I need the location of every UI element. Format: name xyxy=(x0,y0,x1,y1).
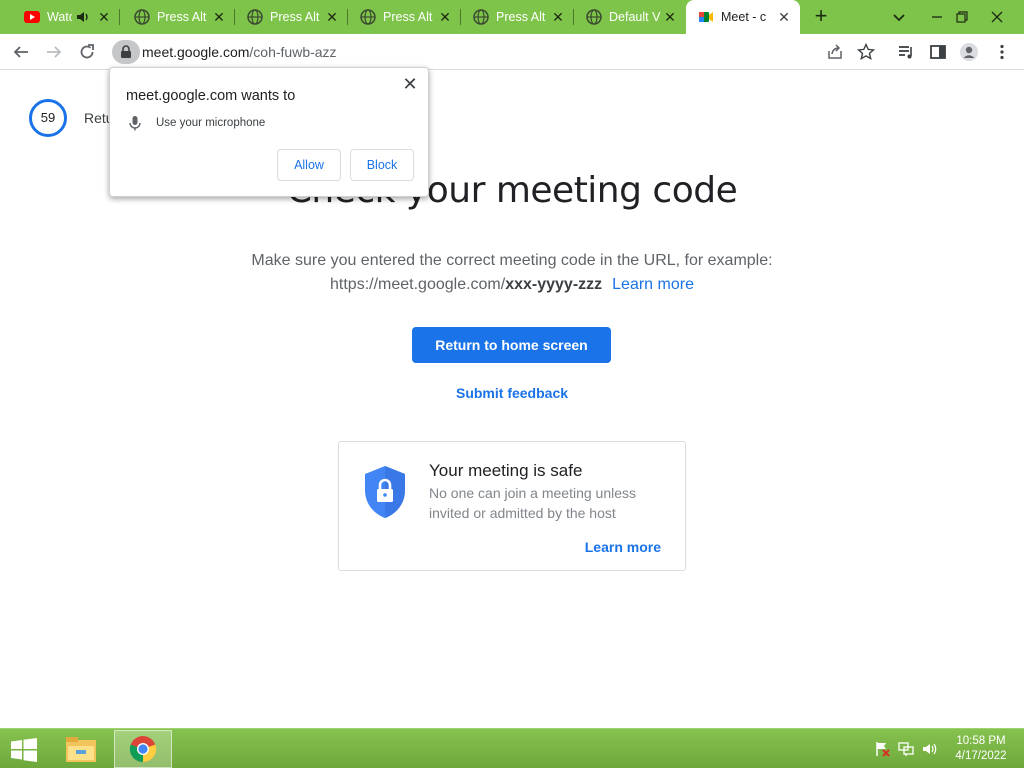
tab-close-icon[interactable]: ✕ xyxy=(776,9,792,25)
microphone-icon xyxy=(129,116,141,131)
speaker-icon[interactable] xyxy=(76,10,90,24)
permission-close-button[interactable]: ✕ xyxy=(400,74,420,94)
media-queue-icon xyxy=(899,46,912,59)
file-explorer-taskbar-button[interactable] xyxy=(52,730,110,768)
back-arrow-icon xyxy=(13,46,28,58)
tab-meet[interactable]: Meet - c ✕ xyxy=(686,0,800,34)
tab-close-icon[interactable]: ✕ xyxy=(211,9,227,25)
file-explorer-icon xyxy=(66,737,96,762)
submit-feedback-label[interactable]: Submit feedback xyxy=(456,385,568,401)
tab-press-alt-3[interactable]: Press Alt ✕ xyxy=(348,0,461,34)
tab-press-alt-4[interactable]: Press Alt ✕ xyxy=(461,0,574,34)
tab-title: Press Alt xyxy=(270,10,320,24)
globe-icon xyxy=(473,9,489,25)
url-text[interactable]: meet.google.com/coh-fuwb-azz xyxy=(142,44,337,60)
url-host: meet.google.com xyxy=(142,44,250,60)
volume-icon[interactable] xyxy=(922,741,938,757)
address-bar[interactable]: meet.google.com/coh-fuwb-azz xyxy=(110,37,886,67)
safe-card-title: Your meeting is safe xyxy=(429,461,583,480)
tab-title: Meet - c xyxy=(721,10,767,24)
meeting-safe-card: Your meeting is safe No one can join a m… xyxy=(338,441,686,571)
more-vert-icon xyxy=(1000,44,1004,60)
tab-youtube[interactable]: Watc ✕ xyxy=(12,0,120,34)
block-button[interactable]: Block xyxy=(350,149,414,181)
tab-press-alt-2[interactable]: Press Alt ✕ xyxy=(235,0,348,34)
chrome-icon xyxy=(129,736,157,763)
back-button[interactable] xyxy=(10,41,32,63)
safe-card-text: No one can join a meeting unless invited… xyxy=(429,485,637,521)
new-tab-button[interactable]: + xyxy=(810,5,832,28)
safe-card-learn-more-link[interactable]: Learn more xyxy=(585,539,661,555)
windows-start-icon[interactable] xyxy=(10,738,38,762)
return-home-button[interactable]: Return to home screen xyxy=(412,327,611,363)
example-code: xxx-yyyy-zzz xyxy=(505,276,603,293)
tab-press-alt-1[interactable]: Press Alt ✕ xyxy=(122,0,235,34)
share-icon[interactable] xyxy=(826,43,844,61)
close-window-button[interactable] xyxy=(980,0,1014,34)
reload-button[interactable] xyxy=(76,41,98,63)
tab-title: Press Alt xyxy=(496,10,546,24)
lock-icon xyxy=(121,45,131,58)
tab-search-icon[interactable] xyxy=(890,8,908,26)
avatar-icon xyxy=(960,43,978,61)
example-url-prefix: https://meet.google.com/ xyxy=(330,276,506,293)
media-control-button[interactable] xyxy=(895,41,917,63)
forward-arrow-icon xyxy=(47,46,62,58)
description-line-2: https://meet.google.com/xxx-yyyy-zzz Lear… xyxy=(0,273,1024,297)
submit-feedback-link: Submit feedback xyxy=(0,385,1024,401)
allow-button[interactable]: Allow xyxy=(277,149,341,181)
globe-icon xyxy=(134,9,150,25)
side-panel-button[interactable] xyxy=(927,41,949,63)
restore-button[interactable] xyxy=(945,0,979,34)
tab-close-icon[interactable]: ✕ xyxy=(662,9,678,25)
description: Make sure you entered the correct meetin… xyxy=(0,249,1024,297)
tab-close-icon[interactable]: ✕ xyxy=(437,9,453,25)
google-meet-icon xyxy=(699,12,713,22)
tab-close-icon[interactable]: ✕ xyxy=(550,9,566,25)
countdown-seconds: 59 xyxy=(40,110,56,125)
url-path: /coh-fuwb-azz xyxy=(249,44,337,60)
reload-icon xyxy=(80,44,94,59)
bookmark-star-icon[interactable] xyxy=(857,43,875,61)
globe-icon xyxy=(586,9,602,25)
globe-icon xyxy=(360,9,376,25)
microphone-permission-popup: meet.google.com wants to ✕ Use your micr… xyxy=(109,67,429,197)
tab-title: Watc xyxy=(47,10,72,24)
clock-date: 4/17/2022 xyxy=(955,750,1007,762)
clock-time: 10:58 PM xyxy=(956,735,1006,747)
tab-title: Press Alt xyxy=(157,10,207,24)
side-panel-icon xyxy=(930,45,946,59)
description-line-1: Make sure you entered the correct meetin… xyxy=(251,252,773,269)
youtube-icon xyxy=(24,11,40,23)
profile-button[interactable] xyxy=(958,41,980,63)
tab-close-icon[interactable]: ✕ xyxy=(324,9,340,25)
shield-lock-icon xyxy=(365,466,405,518)
tab-default[interactable]: Default V ✕ xyxy=(574,0,686,34)
forward-button[interactable] xyxy=(43,41,65,63)
tab-strip: Watc ✕ Press Alt ✕ Press Alt ✕ Press Alt… xyxy=(0,0,1024,34)
menu-button[interactable] xyxy=(991,41,1013,63)
permission-item: Use your microphone xyxy=(156,117,266,129)
system-clock[interactable]: 10:58 PM 4/17/2022 xyxy=(948,734,1014,764)
chrome-taskbar-button[interactable] xyxy=(114,730,172,768)
tab-close-icon[interactable]: ✕ xyxy=(96,9,112,25)
network-icon[interactable] xyxy=(898,741,914,757)
permission-title: meet.google.com wants to xyxy=(126,88,296,104)
action-center-flag-icon[interactable] xyxy=(874,741,890,757)
tab-title: Default V xyxy=(609,10,661,24)
globe-icon xyxy=(247,9,263,25)
site-info-button[interactable] xyxy=(112,40,140,64)
learn-more-link[interactable]: Learn more xyxy=(612,276,694,293)
tab-title: Press Alt xyxy=(383,10,433,24)
browser-toolbar: meet.google.com/coh-fuwb-azz xyxy=(0,34,1024,70)
taskbar: 10:58 PM 4/17/2022 xyxy=(0,728,1024,768)
